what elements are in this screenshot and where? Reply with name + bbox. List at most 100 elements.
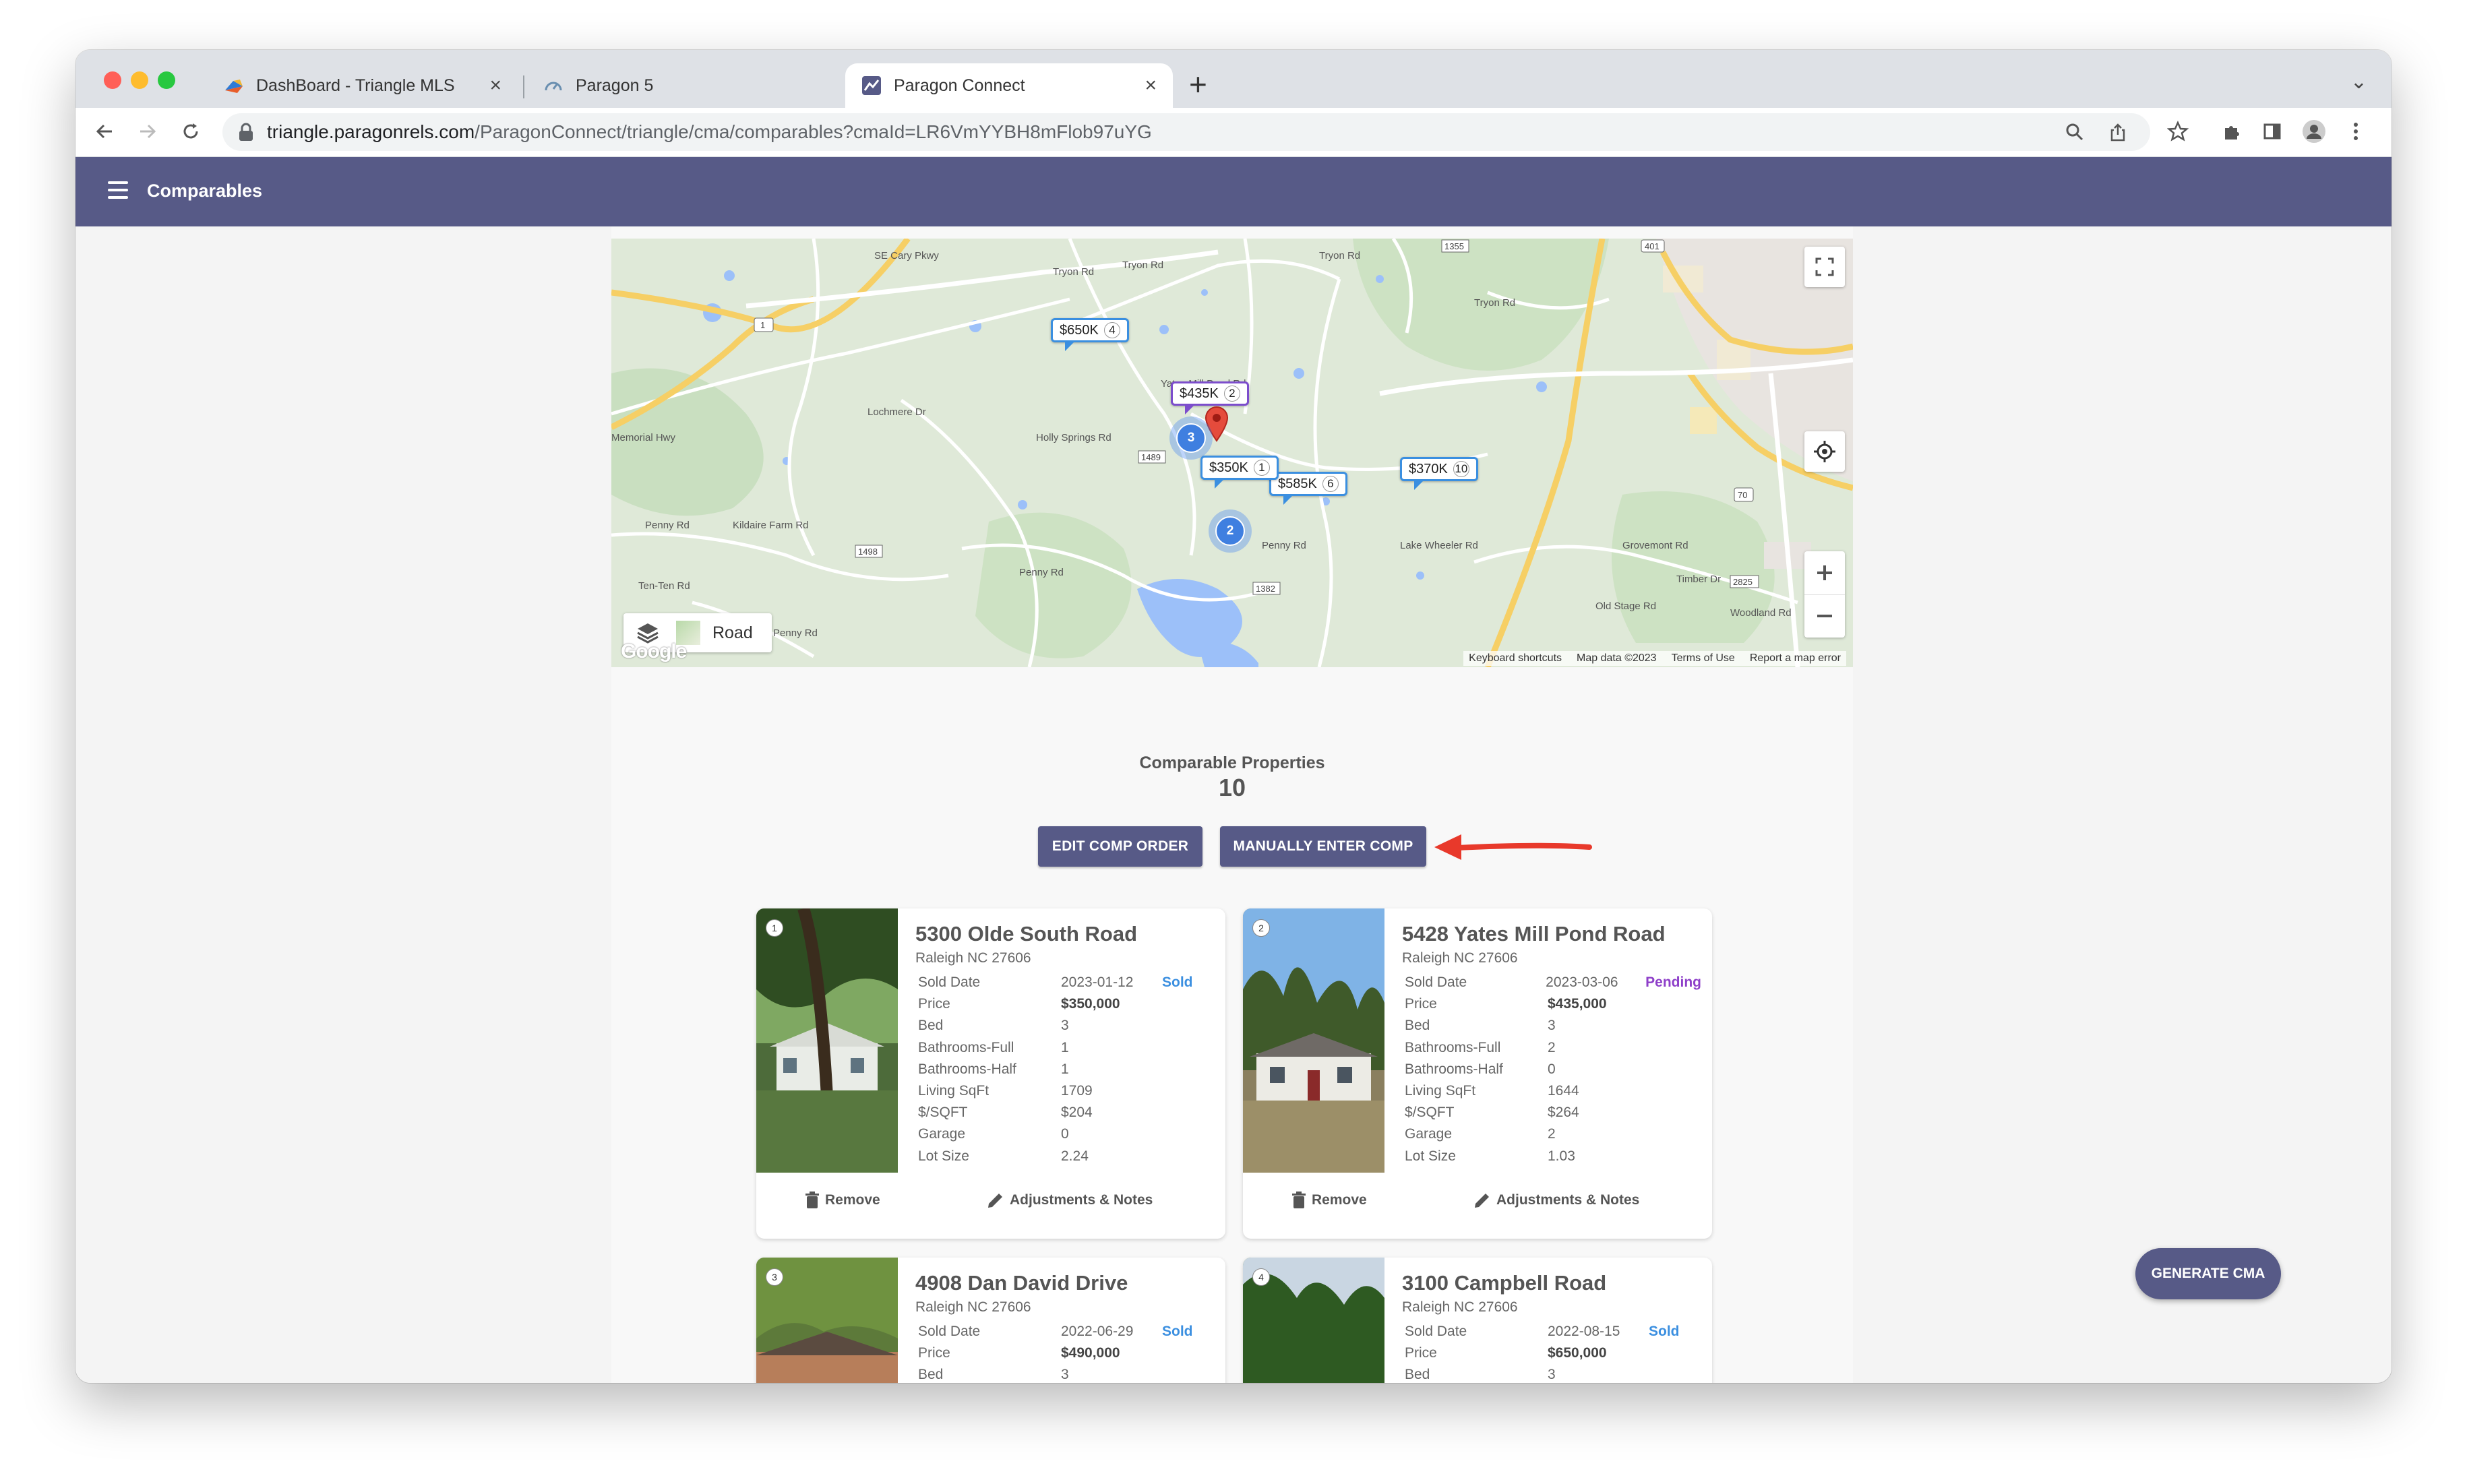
fact-row: Price $350,000	[918, 993, 1215, 1015]
fact-label: Price	[1405, 996, 1437, 1012]
back-arrow-icon[interactable]	[89, 116, 120, 147]
status-badge: Sold	[1649, 1324, 1680, 1340]
map-price-marker[interactable]: $350K 1	[1200, 456, 1279, 489]
map-price-marker[interactable]: $650K 4	[1051, 318, 1129, 351]
manually-enter-comp-button[interactable]: MANUALLY ENTER COMP	[1220, 826, 1426, 867]
address-bar[interactable]: triangle.paragonrels.com/ParagonConnect/…	[222, 113, 2150, 151]
bookmark-star-icon[interactable]	[2162, 116, 2193, 147]
comp-card: 2 5428 Yates Mill Pond Road Raleigh NC 2…	[1243, 908, 1712, 1239]
map-road-label: Grovemont Rd	[1622, 540, 1688, 551]
fact-label: Bathrooms-Half	[1405, 1061, 1503, 1077]
zoom-controls	[1804, 551, 1845, 638]
comp-city: Raleigh NC 27606	[915, 950, 1031, 966]
close-window-button[interactable]	[104, 71, 121, 89]
map-road-label: Lochmere Dr	[867, 406, 926, 418]
terms-of-use-link[interactable]: Terms of Use	[1672, 652, 1735, 664]
route-shield: 70	[1738, 490, 1747, 500]
lock-icon	[239, 123, 253, 141]
route-shield: 1498	[858, 547, 878, 557]
remove-button[interactable]: Remove	[805, 1192, 880, 1209]
generate-cma-button[interactable]: GENERATE CMA	[2135, 1248, 2281, 1299]
marker-price: $435K	[1180, 385, 1219, 401]
map-cluster[interactable]: 3	[1169, 416, 1213, 460]
reload-icon[interactable]	[175, 116, 206, 147]
annotation-arrow-icon	[1434, 834, 1592, 860]
zoom-window-button[interactable]	[158, 71, 175, 89]
share-icon[interactable]	[2104, 119, 2131, 146]
map-road-label: Penny Rd	[773, 627, 818, 639]
tab-paragon-connect[interactable]: Paragon Connect ×	[845, 63, 1173, 108]
fact-label: Bathrooms-Full	[918, 1039, 1014, 1055]
property-photo[interactable]: 2	[1243, 908, 1384, 1173]
route-shield: 401	[1645, 241, 1659, 251]
zoom-magnifier-icon[interactable]	[2061, 119, 2088, 146]
tab-title: DashBoard - Triangle MLS	[256, 75, 455, 95]
new-tab-button[interactable]: +	[1189, 69, 1207, 100]
tab-search-chevron-icon[interactable]: ⌄	[2350, 70, 2367, 94]
comparable-properties-count: 10	[1218, 774, 1246, 801]
property-photo[interactable]: 1	[756, 908, 898, 1173]
forward-arrow-icon[interactable]	[132, 116, 163, 147]
fact-value: 2023-01-12	[1061, 975, 1134, 991]
marker-price: $585K	[1278, 476, 1317, 491]
fact-value: $204	[1061, 1105, 1093, 1121]
fact-value: 1.03	[1548, 1148, 1575, 1164]
marker-count: 1	[1253, 460, 1270, 476]
fact-row: Bed 3	[1405, 1364, 1701, 1383]
map-price-marker-subject[interactable]: $435K 2	[1171, 381, 1249, 414]
fact-label: Bed	[918, 1018, 944, 1034]
adjustments-notes-button[interactable]: Adjustments & Notes	[1473, 1192, 1639, 1209]
remove-label: Remove	[825, 1192, 880, 1208]
map-cluster[interactable]: 2	[1209, 509, 1252, 553]
marker-count: 4	[1103, 322, 1120, 338]
url-text: triangle.paragonrels.com/ParagonConnect/…	[267, 121, 1152, 143]
comp-city: Raleigh NC 27606	[1402, 950, 1518, 966]
tab-dashboard[interactable]: DashBoard - Triangle MLS ×	[208, 63, 518, 108]
main-content: Tryon Rd Tryon Rd Tryon Rd Tryon Rd Loch…	[75, 226, 2392, 1383]
zoom-out-minus-icon[interactable]	[1804, 595, 1845, 638]
fullscreen-icon[interactable]	[1804, 247, 1845, 287]
fact-row: Living SqFt 1709	[918, 1080, 1215, 1102]
adjustments-notes-button[interactable]: Adjustments & Notes	[987, 1192, 1153, 1209]
map-price-marker[interactable]: $370K 10	[1400, 457, 1478, 490]
report-map-error-link[interactable]: Report a map error	[1750, 652, 1841, 664]
comparables-map[interactable]: Tryon Rd Tryon Rd Tryon Rd Tryon Rd Loch…	[611, 239, 1853, 667]
remove-label: Remove	[1312, 1192, 1367, 1208]
extensions-puzzle-icon[interactable]	[2216, 116, 2247, 147]
profile-avatar-icon[interactable]	[2298, 116, 2329, 147]
zoom-in-plus-icon[interactable]	[1804, 551, 1845, 595]
remove-button[interactable]: Remove	[1291, 1192, 1367, 1209]
minimize-window-button[interactable]	[131, 71, 148, 89]
fact-value: $490,000	[1061, 1345, 1120, 1361]
card-actions: Remove Adjustments & Notes	[756, 1175, 1225, 1233]
close-icon[interactable]: ×	[489, 75, 501, 96]
comp-facts: Sold Date 2022-06-29 Sold Price $490,000 Be…	[918, 1321, 1215, 1383]
edit-comp-order-button[interactable]: EDIT COMP ORDER	[1038, 826, 1202, 867]
marker-price: $650K	[1060, 322, 1099, 338]
fact-label: Living SqFt	[1405, 1083, 1476, 1099]
fact-value: 2022-06-29	[1061, 1324, 1134, 1340]
map-road-label: Tryon Rd	[1122, 259, 1163, 271]
comp-card: 1 5300 Olde South Road Raleigh NC 27606 …	[756, 908, 1225, 1239]
comp-number-badge: 1	[766, 919, 783, 937]
my-location-crosshair-icon[interactable]	[1804, 431, 1845, 472]
property-photo[interactable]: 3	[756, 1258, 898, 1383]
route-shield: 2825	[1733, 577, 1753, 587]
map-road-label: Lake Wheeler Rd	[1400, 540, 1478, 551]
tab-strip: DashBoard - Triangle MLS × Paragon 5 × P…	[75, 50, 2392, 108]
close-icon[interactable]: ×	[1145, 75, 1157, 96]
fact-label: Lot Size	[918, 1148, 969, 1164]
side-panel-icon[interactable]	[2257, 116, 2288, 147]
map-attribution: Keyboard shortcuts Map data ©2023 Terms …	[1463, 651, 1846, 666]
fact-row: Living SqFt 1644	[1405, 1080, 1701, 1102]
hamburger-menu-icon[interactable]	[108, 181, 128, 199]
keyboard-shortcuts-link[interactable]: Keyboard shortcuts	[1469, 652, 1562, 664]
map-price-marker[interactable]: $585K 6	[1269, 472, 1347, 505]
kebab-menu-icon[interactable]	[2340, 116, 2371, 147]
fact-value: 3	[1548, 1367, 1556, 1383]
comp-address: 5300 Olde South Road	[915, 922, 1138, 946]
property-photo[interactable]: 4	[1243, 1258, 1384, 1383]
fact-row: Bathrooms-Full 2	[1405, 1037, 1701, 1059]
fact-value: 2.24	[1061, 1148, 1089, 1164]
fact-value: 2	[1548, 1126, 1556, 1142]
